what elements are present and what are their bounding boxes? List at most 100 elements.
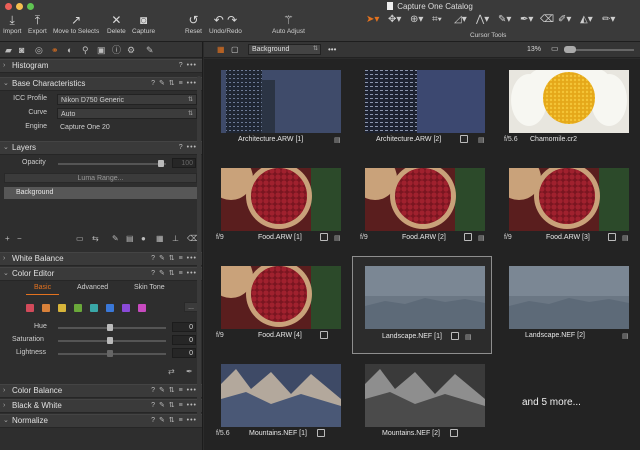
reset-button[interactable]: ↺ Reset xyxy=(185,12,202,35)
color-swatch[interactable] xyxy=(74,304,82,312)
invert-mask-icon[interactable]: ⇆ xyxy=(92,234,99,243)
color-swatch[interactable] xyxy=(42,304,50,312)
undo-redo-button[interactable]: ↶ ↷ Undo/Redo xyxy=(209,12,242,35)
tab-skin-tone[interactable]: Skin Tone xyxy=(134,284,165,291)
select-checkbox[interactable] xyxy=(460,135,468,143)
mask-icon[interactable]: ▭ xyxy=(76,234,84,243)
eraser-icon[interactable]: ⌫ xyxy=(540,14,554,26)
tab-advanced[interactable]: Advanced xyxy=(77,284,108,291)
add-layer-icon[interactable]: + xyxy=(5,234,10,243)
slider-knob[interactable] xyxy=(564,46,576,53)
thumbnail-cell[interactable]: Landscape.NEF [2] ▤ xyxy=(496,256,636,354)
picker-icon[interactable]: ✒ xyxy=(186,367,193,376)
thumbnail-image[interactable] xyxy=(365,168,485,231)
section-actions[interactable]: ? ✎ ⇅ ≡ ••• xyxy=(151,78,197,90)
select-checkbox[interactable] xyxy=(317,429,325,437)
close-window-button[interactable] xyxy=(5,3,12,10)
section-actions[interactable]: ? ✎ ⇅ ≡ ••• xyxy=(151,385,197,397)
select-checkbox[interactable] xyxy=(320,331,328,339)
thumbnail-cell-selected[interactable]: Landscape.NEF [1] ▤ xyxy=(352,256,492,354)
select-checkbox[interactable] xyxy=(464,233,472,241)
export-button[interactable]: ⤒ Export xyxy=(28,12,47,35)
thumbnail-cell[interactable]: f/5.6 Chamomile.cr2 xyxy=(496,60,636,158)
variants-icon[interactable]: ▤ xyxy=(478,234,485,242)
thumbnail-image[interactable] xyxy=(509,70,629,133)
select-cursor-icon[interactable]: ➤▾ xyxy=(366,14,379,26)
thumbnail-cell[interactable]: f/9 Food.ARW [2] ▤ xyxy=(352,158,492,256)
section-actions[interactable]: ? ✎ ⇅ ≡ ••• xyxy=(151,253,197,265)
saturation-value[interactable]: 0 xyxy=(172,335,196,345)
section-actions[interactable]: ? ••• xyxy=(179,60,197,72)
remove-layer-icon[interactable]: − xyxy=(17,234,22,243)
auto-adjust-button[interactable]: ⚚ Auto Adjust xyxy=(272,12,305,35)
thumbnail-image[interactable] xyxy=(221,168,341,231)
adjustments-tab-icon[interactable]: ▣ xyxy=(97,45,106,55)
lightness-slider[interactable] xyxy=(58,350,166,357)
annotate-tool-icon[interactable]: ✏▾ xyxy=(602,14,615,26)
thumbnail-image[interactable] xyxy=(365,364,485,427)
variants-icon[interactable]: ▤ xyxy=(334,136,341,144)
metadata-tab-icon[interactable]: ⓘ xyxy=(112,45,121,55)
straighten-tool-icon[interactable]: ◿▾ xyxy=(454,14,467,26)
color-picker-icon[interactable]: ✒▾ xyxy=(520,14,533,26)
color-editor-header[interactable]: ⌄ Color Editor ? ✎ ⇅ ≡ ••• xyxy=(0,267,202,281)
capture-tab-icon[interactable]: ◙ xyxy=(19,45,24,55)
layer-item-background[interactable]: Background xyxy=(4,187,197,199)
color-swatch[interactable] xyxy=(122,304,130,312)
thumbnail-image[interactable] xyxy=(509,266,629,329)
thumbnail-cell[interactable]: Architecture.ARW [1] ▤ xyxy=(208,60,348,158)
zoom-tool-icon[interactable]: ⊕▾ xyxy=(410,14,423,26)
radial-gradient-icon[interactable]: ● xyxy=(141,234,146,243)
slider-knob[interactable] xyxy=(107,337,113,344)
capture-button[interactable]: ◙ Capture xyxy=(132,12,155,35)
select-checkbox[interactable] xyxy=(608,233,616,241)
variants-icon[interactable]: ▤ xyxy=(465,333,472,341)
color-swatch[interactable] xyxy=(58,304,66,312)
select-checkbox[interactable] xyxy=(320,233,328,241)
collection-select[interactable]: Background ⇅ xyxy=(248,44,321,55)
base-characteristics-header[interactable]: ⌄ Base Characteristics ? ✎ ⇅ ≡ ••• xyxy=(0,77,202,91)
spot-tool-icon[interactable]: ✎▾ xyxy=(498,14,511,26)
swatch-more-button[interactable]: ... xyxy=(184,302,198,312)
delete-button[interactable]: ✕ Delete xyxy=(107,12,126,35)
normalize-header[interactable]: ⌄ Normalize ? ✎ ⇅ ≡ ••• xyxy=(0,414,202,428)
select-checkbox[interactable] xyxy=(451,332,459,340)
brush-icon[interactable]: ✎ xyxy=(112,234,119,243)
reset-swap-icon[interactable]: ⇄ xyxy=(168,367,175,376)
exposure-tab-icon[interactable]: ◐ xyxy=(67,45,72,55)
section-actions[interactable]: ? ✎ ⇅ ≡ ••• xyxy=(151,400,197,412)
color-tab-icon[interactable]: ⚭ xyxy=(51,45,59,55)
variants-icon[interactable]: ▤ xyxy=(478,136,485,144)
thumbnail-cell[interactable]: f/9 Food.ARW [3] ▤ xyxy=(496,158,636,256)
move-to-selects-button[interactable]: ↗ Move to Selects xyxy=(53,12,99,35)
batch-tab-icon[interactable]: ✎ xyxy=(146,45,154,55)
color-swatch[interactable] xyxy=(138,304,146,312)
section-actions[interactable]: ? ••• xyxy=(179,142,197,154)
output-tab-icon[interactable]: ⚙ xyxy=(127,45,135,55)
more-options-icon[interactable]: ••• xyxy=(328,45,336,54)
gradient-tool-icon[interactable]: ◭▾ xyxy=(580,14,593,26)
color-swatch[interactable] xyxy=(26,304,34,312)
grid-view-icon[interactable]: ▦ xyxy=(217,45,225,54)
lens-tab-icon[interactable]: ◎ xyxy=(35,45,43,55)
slider-knob[interactable] xyxy=(158,160,164,167)
thumbnail-image[interactable] xyxy=(365,70,485,133)
layers-header[interactable]: ⌄ Layers ? ••• xyxy=(0,141,202,155)
thumbnail-image[interactable] xyxy=(221,70,341,133)
import-button[interactable]: ⤓ Import xyxy=(3,12,21,35)
saturation-slider[interactable] xyxy=(58,337,166,344)
select-checkbox[interactable] xyxy=(450,429,458,437)
crop-tool-icon[interactable]: ⌗▾ xyxy=(432,14,442,26)
tab-basic[interactable]: Basic xyxy=(34,284,51,291)
thumbnail-cell[interactable]: Architecture.ARW [2] ▤ xyxy=(352,60,492,158)
thumbnail-image[interactable] xyxy=(509,168,629,231)
fill-mask-icon[interactable]: ▦ xyxy=(156,234,164,243)
thumbnail-cell[interactable]: f/9 Food.ARW [1] ▤ xyxy=(208,158,348,256)
section-actions[interactable]: ? ✎ ⇅ ≡ ••• xyxy=(151,268,197,280)
black-white-header[interactable]: › Black & White ? ✎ ⇅ ≡ ••• xyxy=(0,399,202,413)
thumbnail-image[interactable] xyxy=(221,364,341,427)
thumbnail-cell[interactable]: f/5.6 Mountains.NEF [1] xyxy=(208,354,348,450)
minimize-window-button[interactable] xyxy=(16,3,23,10)
linear-gradient-icon[interactable]: ▤ xyxy=(126,234,134,243)
single-view-icon[interactable]: ▢ xyxy=(231,45,239,54)
